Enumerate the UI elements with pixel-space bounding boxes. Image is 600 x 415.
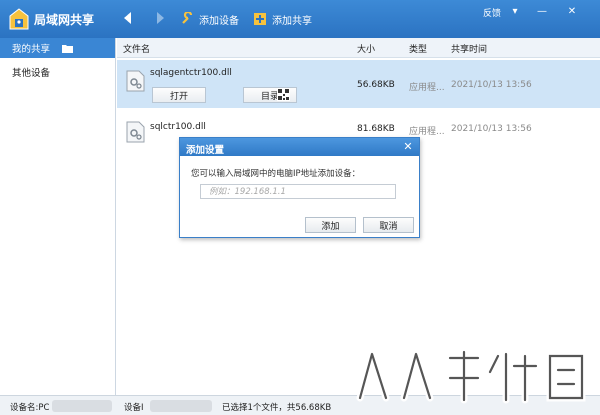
column-header-type[interactable]: 类型 — [409, 42, 427, 55]
close-icon[interactable]: ✕ — [565, 5, 579, 17]
file-size: 81.68KB — [357, 124, 395, 134]
file-type: 应用程... — [409, 127, 445, 137]
feedback-link[interactable]: 反馈 — [483, 6, 501, 19]
dll-file-icon — [126, 70, 145, 92]
list-header: 文件名 大小 类型 共享时间 — [117, 38, 600, 58]
dialog-title-bar: 添加设置 ✕ — [180, 138, 419, 156]
selection-summary: 已选择1个文件，共56.68KB — [222, 403, 332, 413]
wrench-icon — [182, 12, 193, 24]
dialog-title: 添加设置 — [186, 145, 225, 156]
sidebar-item-label: 其他设备 — [12, 68, 51, 79]
app-title: 局域网共享 — [34, 13, 95, 27]
file-name: sqlctr100.dll — [150, 122, 206, 132]
add-device-button[interactable]: 添加设备 — [180, 10, 239, 28]
watermark-logo — [356, 348, 586, 404]
add-file-icon — [254, 13, 266, 25]
file-type: 应用程... — [409, 83, 445, 93]
sidebar: 我的共享 其他设备 — [0, 38, 116, 395]
device-name-label: 设备名:PC — [10, 403, 50, 413]
add-share-button[interactable]: 添加共享 — [253, 10, 312, 28]
share-time: 2021/10/13 13:56 — [451, 80, 532, 90]
forward-arrow-icon[interactable] — [152, 10, 168, 26]
column-header-size[interactable]: 大小 — [357, 42, 375, 55]
back-arrow-icon[interactable] — [120, 10, 136, 26]
file-size: 56.68KB — [357, 80, 395, 90]
dialog-cancel-button[interactable]: 取消 — [363, 217, 414, 233]
open-button[interactable]: 打开 — [152, 87, 206, 103]
file-name: sqlagentctr100.dll — [150, 68, 232, 78]
ip-address-input[interactable] — [200, 184, 396, 199]
dialog-add-button[interactable]: 添加 — [305, 217, 356, 233]
table-row[interactable]: sqlagentctr100.dll 56.68KB 应用程... 2021/1… — [117, 60, 600, 108]
menu-dropdown-icon[interactable]: ▾ — [508, 5, 522, 17]
dialog-close-icon[interactable]: ✕ — [402, 141, 414, 153]
add-device-dialog: 添加设置 ✕ 您可以输入局域网中的电脑IP地址添加设备： 添加 取消 — [179, 137, 420, 238]
dialog-prompt: 您可以输入局域网中的电脑IP地址添加设备： — [191, 169, 361, 179]
sidebar-item-my-shares[interactable]: 我的共享 — [0, 38, 115, 58]
add-share-label: 添加共享 — [272, 15, 312, 27]
add-device-label: 添加设备 — [199, 15, 239, 27]
dll-file-icon — [126, 121, 145, 143]
device-ip-label: 设备I — [124, 403, 144, 413]
app-logo-icon — [9, 8, 29, 30]
redacted-device-name — [52, 400, 112, 412]
sidebar-item-other-devices[interactable]: 其他设备 — [0, 62, 115, 82]
minimize-icon[interactable]: — — [535, 5, 549, 17]
column-header-time[interactable]: 共享时间 — [451, 42, 487, 55]
sidebar-item-label: 我的共享 — [12, 44, 51, 55]
folder-icon — [62, 44, 74, 53]
qr-code-icon[interactable] — [277, 88, 290, 101]
share-time: 2021/10/13 13:56 — [451, 124, 532, 134]
column-header-name[interactable]: 文件名 — [123, 42, 150, 55]
redacted-device-ip — [150, 400, 212, 412]
title-bar: 局域网共享 添加设备 添加共享 反馈 ▾ — ✕ — [0, 0, 600, 38]
